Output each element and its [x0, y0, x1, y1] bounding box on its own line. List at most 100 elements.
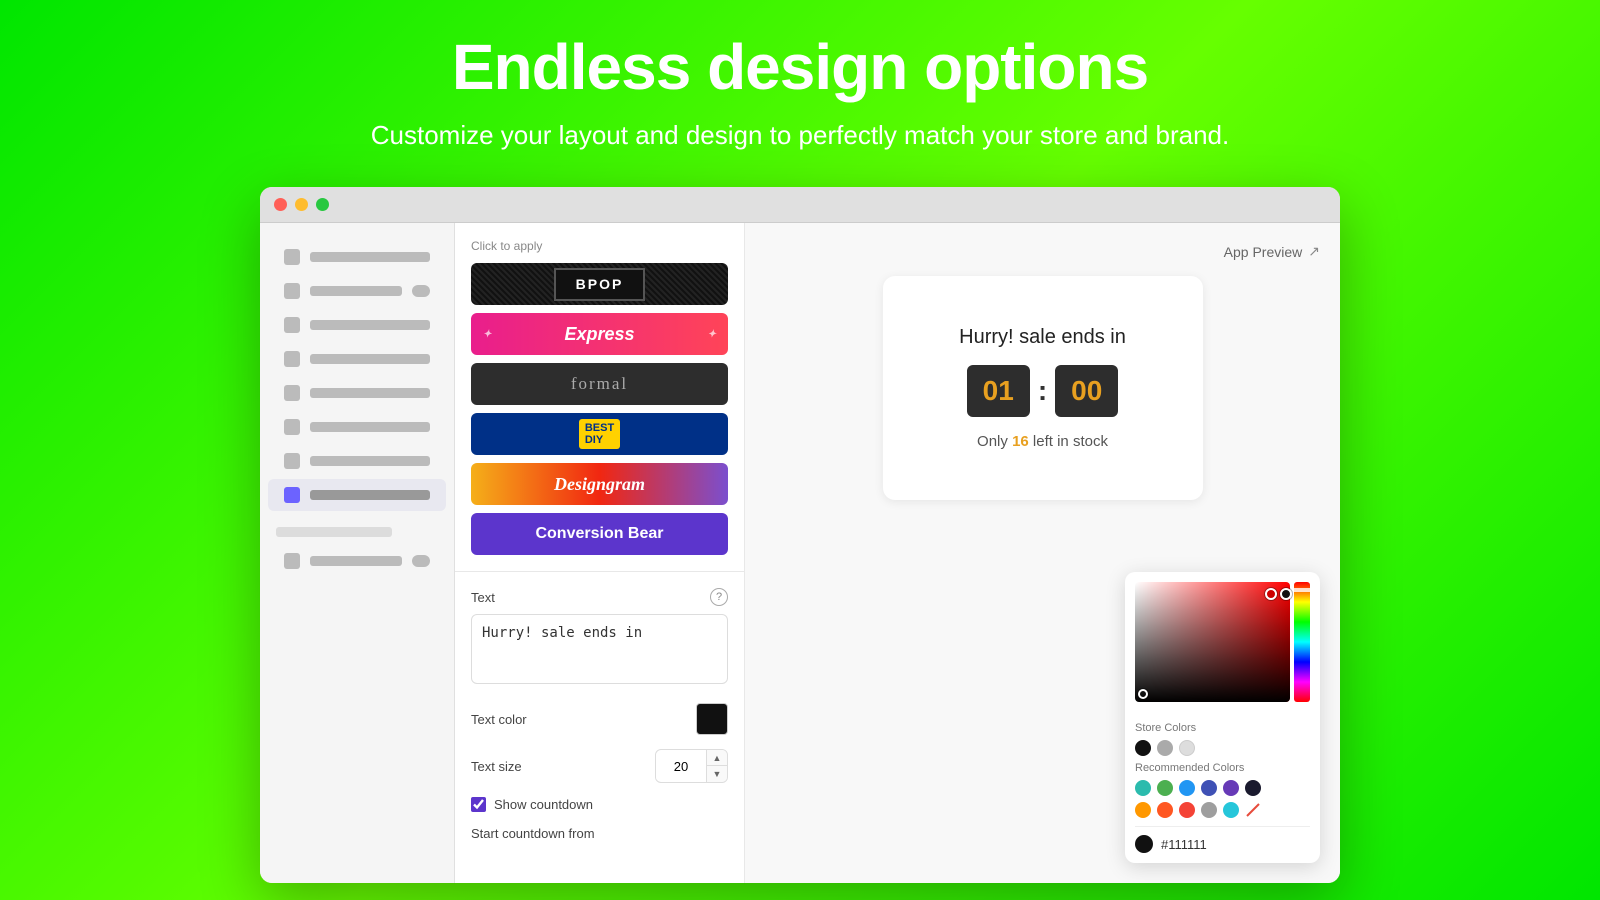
sidebar-item-products[interactable]	[268, 309, 446, 341]
browser-window: Click to apply BPOP Express formal	[260, 187, 1340, 883]
store-color-lightgray[interactable]	[1179, 740, 1195, 756]
sidebar-item-apps[interactable]	[268, 479, 446, 511]
countdown-hours: 01	[967, 365, 1030, 417]
rec-color-red[interactable]	[1179, 802, 1195, 818]
countdown-display: 01 : 00	[967, 365, 1119, 417]
store-colors-row	[1135, 740, 1310, 756]
text-size-label: Text size	[471, 759, 522, 774]
color-picker-panel: Store Colors Recommended Colors	[1125, 572, 1320, 863]
sidebar-item-online-store[interactable]	[268, 545, 446, 577]
start-countdown-label: Start countdown from	[471, 826, 728, 841]
discounts-icon	[284, 453, 300, 469]
text-label-text: Text	[471, 590, 495, 605]
sidebar-item-discounts[interactable]	[268, 445, 446, 477]
rec-color-cyan[interactable]	[1223, 802, 1239, 818]
page-heading: Endless design options	[452, 30, 1148, 104]
sidebar-label-online-store	[310, 556, 402, 566]
hue-slider[interactable]	[1294, 582, 1310, 702]
text-size-input-wrap: 20 ▲ ▼	[655, 749, 728, 783]
rec-color-indigo[interactable]	[1201, 780, 1217, 796]
stock-suffix: left in stock	[1033, 433, 1108, 450]
rec-color-deeporange[interactable]	[1157, 802, 1173, 818]
rec-color-purple[interactable]	[1223, 780, 1239, 796]
hex-input[interactable]	[1161, 837, 1320, 852]
hex-input-row: hex	[1135, 826, 1310, 853]
help-icon[interactable]: ?	[710, 588, 728, 606]
sidebar-label-customers	[310, 354, 430, 364]
stock-number: 16	[1012, 433, 1029, 450]
text-size-row: Text size 20 ▲ ▼	[471, 749, 728, 783]
browser-dot-yellow	[295, 198, 308, 211]
rec-color-teal[interactable]	[1135, 780, 1151, 796]
theme-bestdiy[interactable]: BESTDIY	[471, 413, 728, 455]
sidebar-item-orders[interactable]	[268, 275, 446, 307]
marketing-icon	[284, 419, 300, 435]
text-color-label: Text color	[471, 712, 527, 727]
color-swatch[interactable]	[696, 703, 728, 735]
click-to-apply-label: Click to apply	[455, 223, 744, 263]
theme-list: BPOP Express formal BESTDIY	[455, 263, 744, 555]
text-size-input[interactable]: 20	[656, 753, 706, 780]
online-store-icon	[284, 553, 300, 569]
sidebar-item-analytics[interactable]	[268, 377, 446, 409]
preview-card: Hurry! sale ends in 01 : 00 Only 16 left…	[883, 276, 1203, 500]
no-color-icon	[1245, 802, 1261, 818]
app-preview-link[interactable]: App Preview ↗	[1224, 243, 1320, 260]
rec-color-blue[interactable]	[1179, 780, 1195, 796]
sidebar-label-sales	[310, 252, 430, 262]
countdown-minutes: 00	[1055, 365, 1118, 417]
sidebar-item-sales[interactable]	[268, 241, 446, 273]
number-up-arrow[interactable]: ▲	[707, 750, 727, 766]
store-color-black[interactable]	[1135, 740, 1151, 756]
theme-designgram[interactable]: Designgram	[471, 463, 728, 505]
countdown-separator: :	[1038, 375, 1047, 407]
text-input[interactable]: Hurry! sale ends in	[471, 614, 728, 684]
show-countdown-label: Show countdown	[494, 797, 593, 812]
hex-color-dot	[1135, 835, 1153, 853]
theme-formal[interactable]: formal	[471, 363, 728, 405]
theme-formal-label: formal	[571, 374, 628, 394]
color-picker-bottom: Store Colors Recommended Colors	[1125, 722, 1320, 863]
sidebar-label-apps	[310, 490, 430, 500]
theme-conversionbear[interactable]: Conversion Bear	[471, 513, 728, 555]
orders-icon	[284, 283, 300, 299]
middle-panel: Click to apply BPOP Express formal	[455, 223, 745, 883]
color-indicators	[1265, 588, 1292, 600]
show-countdown-row: Show countdown	[471, 797, 728, 812]
customers-icon	[284, 351, 300, 367]
sidebar-item-customers[interactable]	[268, 343, 446, 375]
color-picker-gradient-area[interactable]	[1135, 582, 1310, 712]
gradient-saturation[interactable]	[1135, 582, 1290, 702]
theme-conversionbear-label: Conversion Bear	[535, 525, 663, 543]
stock-text: Only 16 left in stock	[977, 433, 1108, 450]
rec-color-orange[interactable]	[1135, 802, 1151, 818]
orders-badge	[412, 285, 430, 297]
browser-dot-red	[274, 198, 287, 211]
text-section: Text ? Hurry! sale ends in Text color Te…	[455, 571, 744, 857]
theme-bpop[interactable]: BPOP	[471, 263, 728, 305]
hue-indicator	[1292, 588, 1312, 592]
recommended-colors-row-1	[1135, 780, 1310, 796]
gradient-brightness	[1135, 582, 1290, 702]
sidebar-label-orders	[310, 286, 402, 296]
products-icon	[284, 317, 300, 333]
sidebar-item-marketing[interactable]	[268, 411, 446, 443]
store-colors-label: Store Colors	[1135, 722, 1310, 734]
online-store-badge	[412, 555, 430, 567]
theme-designgram-label: Designgram	[554, 474, 645, 495]
right-panel: App Preview ↗ Hurry! sale ends in 01 : 0…	[745, 223, 1340, 883]
text-field-label: Text ?	[471, 588, 728, 606]
rec-color-slash	[1245, 802, 1261, 818]
external-link-icon: ↗	[1308, 243, 1320, 260]
theme-express[interactable]: Express	[471, 313, 728, 355]
bestdiy-logo: BESTDIY	[471, 413, 728, 455]
number-down-arrow[interactable]: ▼	[707, 766, 727, 782]
browser-dot-green	[316, 198, 329, 211]
gradient-pointer	[1138, 689, 1148, 699]
rec-color-green[interactable]	[1157, 780, 1173, 796]
recommended-colors-label: Recommended Colors	[1135, 762, 1310, 774]
show-countdown-checkbox[interactable]	[471, 797, 486, 812]
rec-color-dark[interactable]	[1245, 780, 1261, 796]
rec-color-lightgray2[interactable]	[1201, 802, 1217, 818]
store-color-gray[interactable]	[1157, 740, 1173, 756]
